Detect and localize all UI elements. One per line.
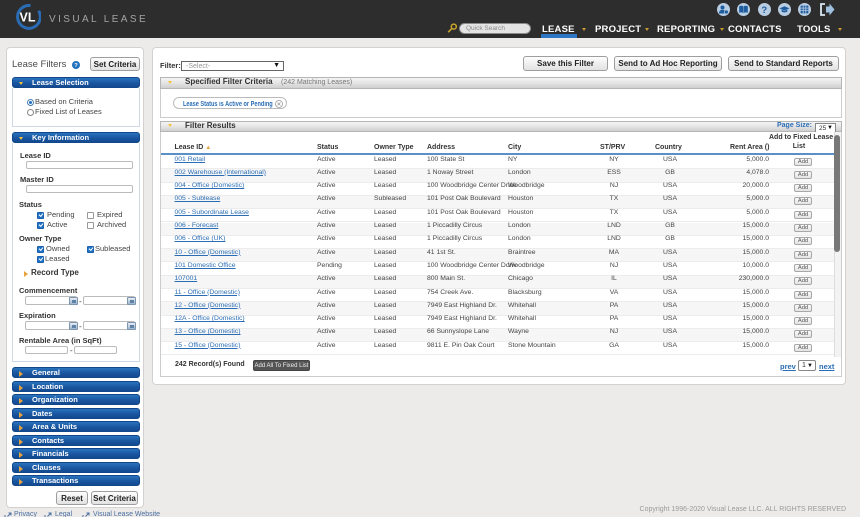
svg-text:?: ? (74, 63, 78, 69)
svg-text:VL: VL (20, 11, 36, 25)
svg-text:?: ? (761, 5, 767, 16)
